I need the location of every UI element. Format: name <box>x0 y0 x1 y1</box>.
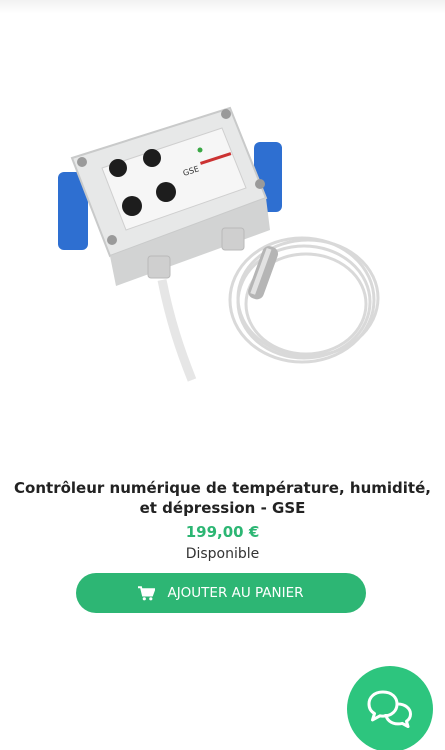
add-to-cart-label: AJOUTER AU PANIER <box>167 585 304 601</box>
chat-bubbles-icon <box>367 689 413 729</box>
chat-button[interactable] <box>347 666 433 750</box>
product-image[interactable]: GSE <box>40 80 420 400</box>
product-title: Contrôleur numérique de température, hum… <box>14 479 431 517</box>
availability-status: Disponible <box>185 546 260 562</box>
header-shadow <box>0 0 445 14</box>
product-page: GSE Contrôleur numérique de température,… <box>0 0 445 750</box>
product-price: 199,00 € <box>185 523 260 541</box>
add-to-cart-button[interactable]: AJOUTER AU PANIER <box>76 573 366 613</box>
shopping-cart-icon <box>138 585 156 601</box>
